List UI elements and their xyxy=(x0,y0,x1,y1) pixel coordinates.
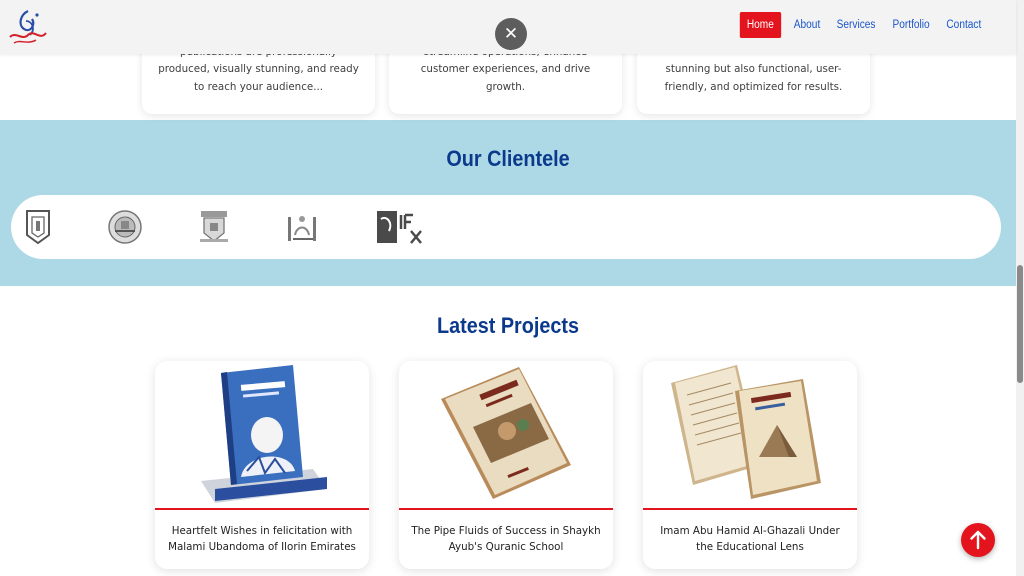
site-logo[interactable] xyxy=(6,7,50,47)
book-cover-image xyxy=(671,365,821,499)
crest-logo xyxy=(26,210,50,245)
card-divider xyxy=(155,508,369,510)
projects-title: Latest Projects xyxy=(437,313,579,338)
clientele-title: Our Clientele xyxy=(446,146,570,171)
shield-crest-logo xyxy=(200,211,228,242)
book-cover-image xyxy=(441,367,571,499)
client-logo-strip xyxy=(11,195,1001,259)
book-cover-image xyxy=(201,365,327,503)
nav-contact[interactable]: Contact xyxy=(941,12,986,38)
nav-services[interactable]: Services xyxy=(831,12,880,38)
ifx-logo xyxy=(377,211,422,244)
arrow-up-icon xyxy=(970,530,986,550)
clientele-section: Our Clientele xyxy=(0,120,1016,286)
nav-portfolio[interactable]: Portfolio xyxy=(887,12,935,38)
project-card-3[interactable]: Imam Abu Hamid Al-Ghazali Under the Educ… xyxy=(643,361,857,569)
scrollbar-thumb[interactable] xyxy=(1017,265,1023,383)
main-nav: Home About Services Portfolio Contact xyxy=(737,12,990,38)
arabic-calligraphy-logo xyxy=(288,216,316,241)
nav-about[interactable]: About xyxy=(789,12,826,38)
project-title: Heartfelt Wishes in felicitation with Ma… xyxy=(168,525,356,553)
close-icon[interactable]: ✕ xyxy=(495,18,527,50)
nav-home[interactable]: Home xyxy=(740,12,782,38)
project-card-1[interactable]: Heartfelt Wishes in felicitation with Ma… xyxy=(155,361,369,569)
card-divider xyxy=(399,508,613,510)
service-text: stunning but also functional, user-frien… xyxy=(664,63,843,93)
project-title: Imam Abu Hamid Al-Ghazali Under the Educ… xyxy=(660,525,840,553)
round-seal-logo xyxy=(108,210,142,244)
back-to-top-button[interactable] xyxy=(961,523,995,557)
project-title: The Pipe Fluids of Success in Shaykh Ayu… xyxy=(411,525,601,553)
card-divider xyxy=(643,508,857,510)
project-card-2[interactable]: The Pipe Fluids of Success in Shaykh Ayu… xyxy=(399,361,613,569)
